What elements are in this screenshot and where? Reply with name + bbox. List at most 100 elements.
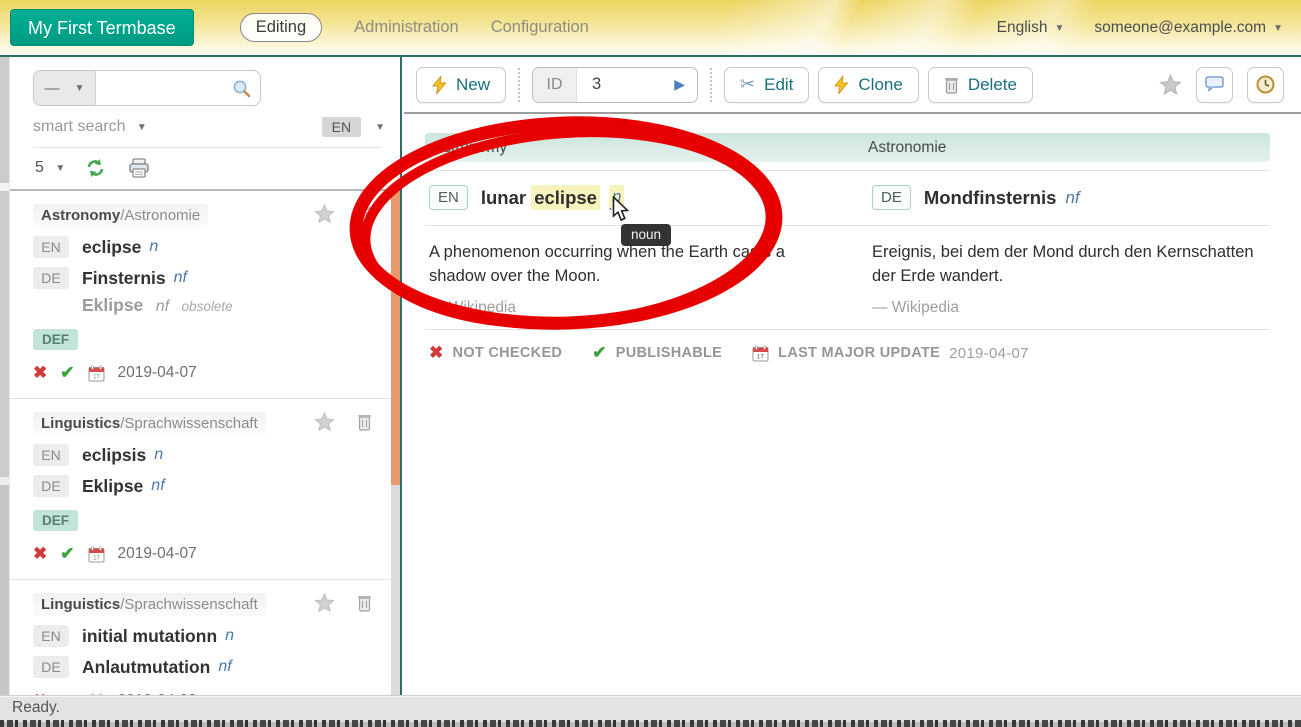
mouse-cursor-icon [612, 196, 634, 222]
search-filter-dropdown[interactable]: — ▼ [34, 71, 96, 105]
calendar-icon: 17 [752, 345, 769, 362]
lang-badge: DE [33, 267, 69, 289]
toolbar: New ID 3 ▶ ✂ Edit Clone Delete [404, 57, 1301, 114]
id-value[interactable]: 3 [577, 75, 674, 94]
caret-down-icon: ▼ [1273, 23, 1283, 34]
star-icon[interactable] [314, 204, 335, 224]
go-to-id-icon[interactable]: ▶ [674, 76, 697, 93]
pos-de: nf [1065, 188, 1079, 208]
star-icon[interactable] [1159, 74, 1182, 96]
smart-search-dropdown[interactable]: smart search ▼ [33, 118, 147, 136]
lang-badge: EN [33, 625, 69, 647]
window-left-gutter [0, 57, 10, 695]
domain-secondary: /Sprachwissenschaft [120, 596, 258, 613]
sidebar-scrollbar[interactable] [391, 57, 400, 695]
trash-icon[interactable] [357, 205, 372, 223]
lang-badge: EN [33, 236, 69, 258]
caret-down-icon: ▼ [1055, 23, 1065, 34]
term-en[interactable]: lunar eclipse [481, 187, 600, 209]
definition-en: A phenomenon occurring when the Earth ca… [429, 240, 807, 288]
entry-flags: ✖ NOT CHECKED ✔ PUBLISHABLE 17 LAST MAJO… [425, 329, 1270, 363]
main-panel: New ID 3 ▶ ✂ Edit Clone Delete [404, 57, 1301, 695]
refresh-icon[interactable] [85, 158, 106, 178]
not-checked-icon: ✖ [429, 343, 444, 363]
domain-secondary: /Sprachwissenschaft [120, 415, 258, 432]
trash-icon[interactable] [357, 594, 372, 612]
language-filter-badge[interactable]: EN [322, 117, 361, 137]
delete-button[interactable]: Delete [928, 67, 1033, 103]
new-button[interactable]: New [416, 67, 506, 103]
history-button[interactable] [1247, 67, 1284, 103]
clone-button-label: Clone [858, 75, 902, 95]
caret-down-icon: ▼ [137, 122, 147, 133]
search-icon[interactable] [232, 79, 260, 98]
lang-badge: DE [33, 475, 69, 497]
term-text-obsolete[interactable]: Eklipse [82, 295, 143, 315]
term-text[interactable]: eclipse [82, 237, 141, 258]
entry-date: 2019-04-07 [118, 364, 197, 382]
entry-domain: Linguistics/Sprachwissenschaft [33, 412, 266, 435]
search-panel: — ▼ smart search ▼ EN ▼ 5 ▼ [10, 57, 400, 191]
entry-domain-bar: Astronomy Astronomie [425, 133, 1270, 162]
page-size-dropdown[interactable]: 5 ▼ [35, 159, 65, 177]
definition-source-de: — Wikipedia [872, 299, 1270, 317]
tab-administration[interactable]: Administration [354, 18, 459, 37]
term-text[interactable]: Anlautmutation [82, 657, 210, 678]
edit-button[interactable]: ✂ Edit [724, 67, 809, 103]
caret-down-icon: ▼ [55, 163, 65, 174]
toolbar-separator [710, 68, 712, 102]
entry-domain: Linguistics/Sprachwissenschaft [33, 593, 266, 616]
sidebar: — ▼ smart search ▼ EN ▼ 5 ▼ [10, 57, 402, 695]
id-label: ID [533, 68, 577, 102]
print-icon[interactable] [128, 158, 150, 178]
edit-button-label: Edit [764, 75, 793, 95]
clone-button[interactable]: Clone [818, 67, 918, 103]
language-menu[interactable]: English▼ [997, 19, 1065, 37]
svg-text:17: 17 [93, 374, 100, 380]
pos-label: nf [151, 477, 164, 495]
search-input[interactable] [96, 71, 232, 105]
tab-editing[interactable]: Editing [240, 13, 322, 42]
comments-button[interactable] [1196, 67, 1233, 103]
pos-label: nf [218, 658, 231, 676]
star-icon[interactable] [314, 412, 335, 432]
definition-badge: DEF [33, 329, 78, 350]
lang-badge: EN [33, 444, 69, 466]
list-item[interactable]: Linguistics/Sprachwissenschaft EN eclips… [10, 399, 400, 580]
clock-icon [1256, 75, 1275, 94]
termbase-title-button[interactable]: My First Termbase [10, 9, 194, 46]
trash-icon[interactable] [357, 413, 372, 431]
tab-configuration[interactable]: Configuration [491, 18, 589, 37]
domain-primary: Linguistics [41, 596, 120, 613]
scrollbar-thumb[interactable] [391, 185, 400, 485]
status-text: Ready. [12, 699, 60, 716]
account-menu[interactable]: someone@example.com▼ [1094, 19, 1283, 37]
publishable-label: PUBLISHABLE [616, 345, 722, 361]
pos-label: n [225, 627, 234, 645]
lightning-icon [432, 76, 447, 94]
comment-icon [1204, 76, 1225, 94]
svg-text:17: 17 [93, 555, 100, 561]
not-checked-icon: ✖ [33, 544, 47, 564]
lang-badge-de: DE [872, 185, 911, 210]
smart-search-label: smart search [33, 118, 125, 135]
entry-date: 2019-04-07 [118, 545, 197, 563]
term-text[interactable]: Eklipse [82, 476, 143, 497]
trash-icon [944, 76, 959, 94]
term-de[interactable]: Mondfinsternis [924, 187, 1057, 209]
not-checked-icon: ✖ [33, 363, 47, 383]
domain-primary: Astronomy [41, 207, 120, 224]
lightning-icon [834, 76, 849, 94]
language-filter-caret[interactable]: ▼ [375, 122, 385, 133]
term-text[interactable]: initial mutationn [82, 626, 217, 647]
domain-primary: Linguistics [41, 415, 120, 432]
entry-id-box[interactable]: ID 3 ▶ [532, 67, 698, 103]
publishable-icon: ✔ [60, 544, 74, 564]
term-text[interactable]: eclipsis [82, 445, 146, 466]
page-size-value: 5 [35, 159, 44, 176]
term-text[interactable]: Finsternis [82, 268, 166, 289]
list-item[interactable]: Astronomy/Astronomie EN eclipse n DE Fin… [10, 191, 400, 399]
caret-down-icon: ▼ [75, 83, 85, 94]
definition-de: Ereignis, bei dem der Mond durch den Ker… [872, 240, 1270, 288]
star-icon[interactable] [314, 593, 335, 613]
